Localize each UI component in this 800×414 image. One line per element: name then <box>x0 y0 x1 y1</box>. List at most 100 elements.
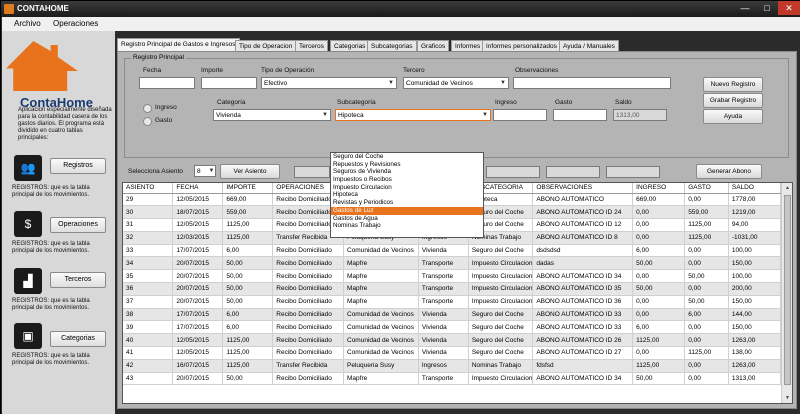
column-header[interactable]: GASTO <box>684 183 729 194</box>
column-header[interactable]: SALDO <box>728 183 782 194</box>
column-header[interactable]: FECHA <box>172 183 224 194</box>
ingreso-input[interactable] <box>493 109 547 121</box>
gasto-radio[interactable] <box>143 117 152 126</box>
dropdown-option[interactable]: Gastos de Agua <box>331 215 483 223</box>
table-row[interactable]: 38 17/07/2015 6,00 Recibo Domiciliado Comuni… <box>123 308 782 322</box>
table-row[interactable]: 42 16/07/2015 1125,00 Transfer Recibida Pelu… <box>123 359 782 373</box>
ingreso-radio[interactable] <box>143 104 152 113</box>
table-cell: Seguro del Coche <box>468 320 534 335</box>
table-cell: 20/07/2015 <box>172 282 224 296</box>
readonly-field-3 <box>546 166 600 178</box>
table-cell: 6,00 <box>632 244 686 258</box>
table-cell: dsdsdsd <box>532 244 634 258</box>
table-row[interactable]: 40 12/05/2015 1125,00 Recibo Domiciliado Com… <box>123 333 782 348</box>
table-row[interactable]: 39 17/07/2015 6,00 Recibo Domiciliado Comuni… <box>123 320 782 335</box>
scroll-thumb[interactable] <box>784 195 791 385</box>
table-row[interactable]: 34 20/07/2015 50,00 Recibo Domiciliado Mapfr… <box>123 256 782 271</box>
table-cell: ABONO AUTOMATICO ID 36 <box>532 295 634 309</box>
tab-graficos[interactable]: Graficos <box>417 40 450 51</box>
table-row[interactable]: 37 20/07/2015 50,00 Recibo Domiciliado Mapfr… <box>123 295 782 309</box>
gasto-input[interactable] <box>553 109 607 121</box>
dropdown-option[interactable]: Impuestos o Recibos <box>331 176 483 184</box>
dropdown-option[interactable]: Seguros de Vivienda <box>331 168 483 176</box>
sidebar-button-categorias[interactable]: Categorias <box>50 331 106 347</box>
table-cell: Vivienda <box>418 244 469 258</box>
subcategoria-select[interactable]: Hipoteca ▼ <box>335 109 491 121</box>
table-cell: 6,00 <box>222 308 274 322</box>
table-cell: 1125,00 <box>684 346 729 360</box>
tab-informes-personalizados[interactable]: Informes personalizados <box>482 40 561 51</box>
scroll-down-icon[interactable]: ▼ <box>782 393 792 403</box>
sidebar-caption-categorias: REGISTROS: que es la tabla principal de … <box>12 353 90 366</box>
fecha-input[interactable] <box>139 77 195 89</box>
generar-abono-button[interactable]: Generar Abono <box>696 164 762 179</box>
menu-archivo[interactable]: Archivo <box>14 19 41 28</box>
table-cell: Mapfre <box>343 256 419 271</box>
observaciones-input[interactable] <box>513 77 671 89</box>
table-cell: 38 <box>123 308 174 322</box>
table-cell: 669,00 <box>632 193 686 207</box>
dropdown-option[interactable]: Repuestos y Revisiones <box>331 161 483 169</box>
table-cell: 29 <box>123 193 174 207</box>
table-cell: 1125,00 <box>632 359 686 373</box>
dropdown-option[interactable]: Gastos de Luz <box>331 206 483 215</box>
menu-operaciones[interactable]: Operaciones <box>53 19 98 28</box>
column-header[interactable]: INGRESO <box>632 183 686 194</box>
tercero-value: Comunidad de Vecinos <box>406 80 473 87</box>
tipo-operacion-select[interactable]: Efectivo ▼ <box>261 77 397 89</box>
table-row[interactable]: 41 12/05/2015 1125,00 Recibo Domiciliado Com… <box>123 346 782 360</box>
dropdown-option[interactable]: Hipoteca <box>331 191 483 199</box>
table-cell: 17/07/2015 <box>172 244 224 258</box>
table-cell: 1263,00 <box>728 333 782 348</box>
close-button[interactable]: ✕ <box>778 1 800 15</box>
table-cell: 32 <box>123 231 174 245</box>
table-cell: Mapfre <box>343 282 419 296</box>
tab-subcategorias[interactable]: Subcategorias <box>367 40 417 51</box>
column-header[interactable]: OBSERVACIONES <box>532 183 634 194</box>
table-cell: 1219,00 <box>728 205 782 220</box>
table-cell: 50,00 <box>222 372 274 386</box>
subcategoria-dropdown-list[interactable]: Seguro del Coche Repuestos y Revisiones Se… <box>330 152 484 238</box>
sidebar-button-operaciones[interactable]: Operaciones <box>50 217 106 233</box>
maximize-button[interactable]: □ <box>756 1 778 15</box>
tipo-operacion-value: Efectivo <box>264 80 288 87</box>
nuevo-registro-button[interactable]: Nuevo Registro <box>703 77 763 92</box>
readonly-field-4 <box>606 166 660 178</box>
grabar-registro-button[interactable]: Grabar Registro <box>703 93 763 108</box>
tercero-select[interactable]: Comunidad de Vecinos ▼ <box>403 77 509 89</box>
minimize-button[interactable]: — <box>734 1 756 15</box>
column-header[interactable]: ASIENTO <box>123 183 174 194</box>
tab-terceros[interactable]: Terceros <box>295 40 328 51</box>
categoria-select[interactable]: Vivienda ▼ <box>213 109 331 121</box>
dropdown-option[interactable]: Nominas Trabajo <box>331 222 483 230</box>
tab-ayuda-manuales[interactable]: Ayuda / Manuales <box>559 40 619 51</box>
sidebar-button-registros[interactable]: Registros <box>50 158 106 174</box>
column-header[interactable]: IMPORTE <box>222 183 274 194</box>
table-row[interactable]: 43 20/07/2015 50,00 Recibo Domiciliado Mapfr… <box>123 372 782 386</box>
table-row[interactable]: 35 20/07/2015 50,00 Recibo Domiciliado Mapfr… <box>123 269 782 284</box>
chevron-down-icon: ▼ <box>388 80 394 86</box>
dropdown-option[interactable]: Impuesto Circulacion <box>331 184 483 192</box>
table-cell: 50,00 <box>222 282 274 296</box>
sidebar-button-terceros[interactable]: Terceros <box>50 272 106 288</box>
tab-tipo-operacion[interactable]: Tipo de Operacion <box>235 40 297 51</box>
asiento-select[interactable]: 8 ▼ <box>194 165 216 177</box>
dropdown-option[interactable]: Seguro del Coche <box>331 153 483 161</box>
vertical-scrollbar[interactable]: ▲ ▼ <box>781 183 792 403</box>
tab-categorias[interactable]: Categorias <box>330 40 370 51</box>
importe-input[interactable] <box>201 77 257 89</box>
dropdown-option[interactable]: Revistas y Periodicos <box>331 199 483 207</box>
table-cell: Transfer Recibida <box>272 359 344 373</box>
table-row[interactable]: 33 17/07/2015 6,00 Recibo Domiciliado Comuni… <box>123 244 782 258</box>
table-row[interactable]: 36 20/07/2015 50,00 Recibo Domiciliado Mapfr… <box>123 282 782 296</box>
tab-registro-principal[interactable]: Registro Principal de Gastos e Ingresos <box>117 38 240 51</box>
importe-label: Importe <box>201 67 224 74</box>
ver-asiento-button[interactable]: Ver Asiento <box>220 164 280 179</box>
table-cell: Recibo Domiciliado <box>272 320 344 335</box>
observaciones-label: Observaciones <box>515 67 559 74</box>
table-cell: 1778,00 <box>728 193 782 207</box>
ayuda-button[interactable]: Ayuda <box>703 109 763 124</box>
scroll-up-icon[interactable]: ▲ <box>782 183 792 193</box>
tab-informes[interactable]: Informes <box>451 40 485 51</box>
table-cell: 0,00 <box>632 218 686 232</box>
